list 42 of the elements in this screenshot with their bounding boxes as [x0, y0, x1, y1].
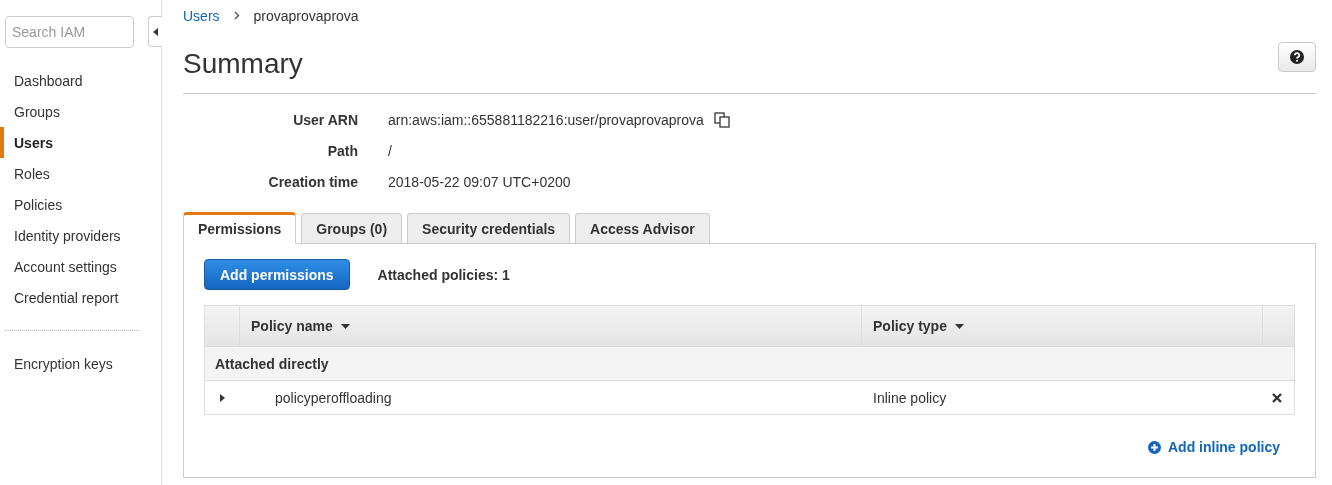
add-inline-policy-link[interactable]: Add inline policy — [1148, 437, 1280, 457]
table-cell: policyperoffloading — [275, 389, 392, 406]
nav-item[interactable]: Roles — [0, 158, 161, 189]
field-value: arn:aws:iam::655881182216:user/provaprovaprova — [388, 110, 704, 130]
table-cell: Inline policy — [873, 389, 947, 406]
nav-item[interactable]: Encryption keys — [0, 348, 161, 379]
tab[interactable]: Groups (0) — [301, 213, 403, 243]
nav-item[interactable]: Dashboard — [0, 65, 161, 96]
nav-item[interactable]: Identity providers — [0, 220, 161, 251]
help-button[interactable] — [1278, 41, 1316, 72]
sort-icon — [340, 323, 350, 329]
copy-icon[interactable] — [713, 111, 730, 128]
nav-item[interactable]: Account settings — [0, 251, 161, 282]
tab[interactable]: Security credentials — [407, 213, 571, 243]
field-value: 2018-05-22 09:07 UTC+0200 — [388, 172, 571, 192]
nav-item[interactable]: Policies — [0, 189, 161, 220]
remove-icon[interactable] — [1272, 392, 1282, 403]
column-header[interactable]: Policy type — [862, 306, 1263, 346]
attached-policies-count: Attached policies: 1 — [377, 265, 510, 285]
expand-icon[interactable] — [220, 393, 225, 402]
field-label: Creation time — [267, 172, 358, 192]
sort-icon — [954, 323, 964, 329]
chevron-icon — [233, 11, 240, 20]
group-label: Attached directly — [215, 354, 329, 374]
breadcrumb-current: provaprovaprova — [253, 6, 359, 26]
breadcrumb-link[interactable]: Users — [183, 5, 220, 26]
tab[interactable]: Permissions — [183, 212, 297, 244]
collapse-button[interactable] — [148, 16, 162, 47]
add-permissions-button[interactable]: Add permissions — [204, 259, 350, 290]
nav-item[interactable]: Users — [0, 127, 161, 158]
tab[interactable]: Access Advisor — [575, 213, 710, 243]
caret-icon — [153, 27, 158, 36]
nav-item[interactable]: Groups — [0, 96, 161, 127]
help-icon — [1290, 49, 1304, 64]
field-label: Path — [326, 141, 358, 161]
field-value: / — [388, 141, 392, 161]
add-icon — [1148, 440, 1161, 454]
search-field[interactable]: Search IAM — [5, 16, 134, 48]
column-header[interactable]: Policy name — [240, 306, 862, 346]
page-title: Summary — [183, 47, 303, 81]
nav-item[interactable]: Credential report — [0, 282, 161, 313]
field-label: User ARN — [292, 110, 358, 130]
